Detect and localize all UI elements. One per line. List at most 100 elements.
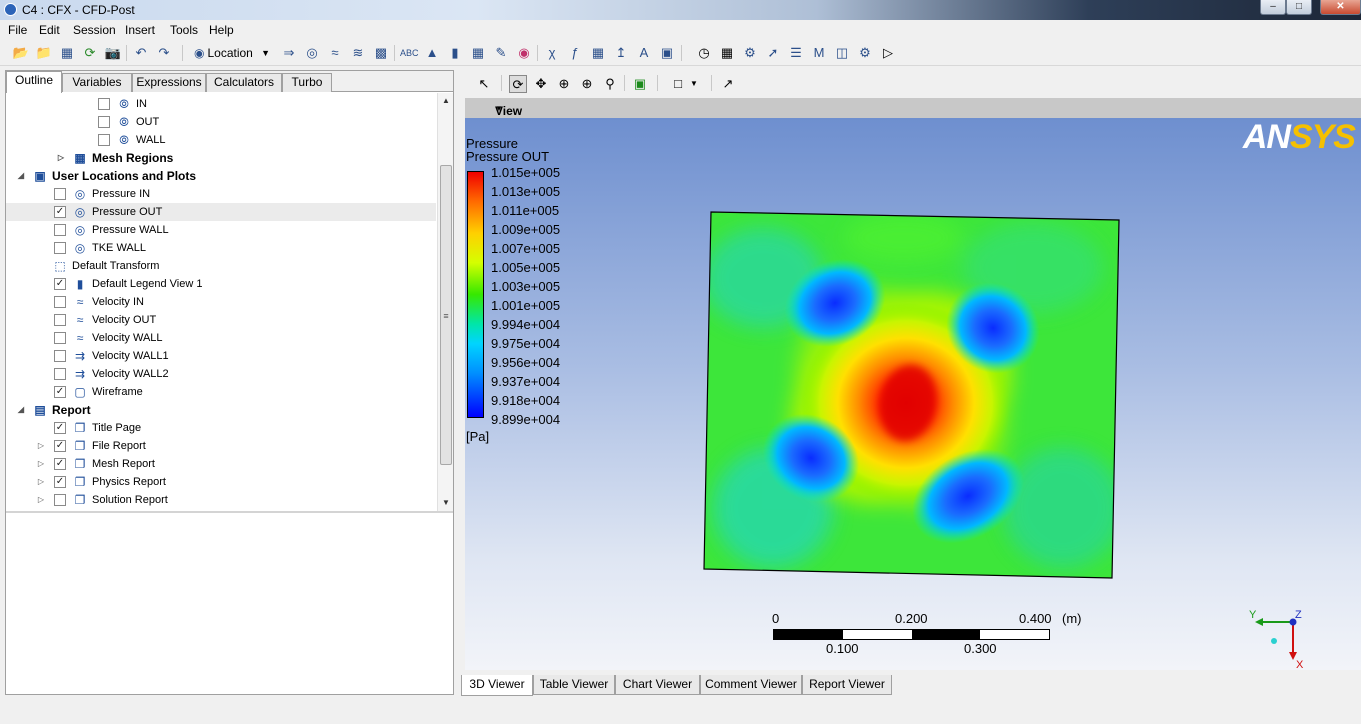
scroll-up-icon[interactable]: ▲ xyxy=(438,93,454,109)
table-icon[interactable]: ▦ xyxy=(589,44,607,62)
menu-tools[interactable]: Tools xyxy=(170,23,198,37)
function-calculator-icon[interactable]: ☰ xyxy=(787,44,805,62)
tree-item[interactable]: ▷ ✓ ❐ Physics Report xyxy=(6,473,436,491)
tab-variables[interactable]: Variables xyxy=(62,73,132,92)
tree-item[interactable]: ◎ TKE WALL xyxy=(6,239,436,257)
tree-item[interactable]: ✓ ❐ Title Page xyxy=(6,419,436,437)
chevron-down-icon[interactable]: ▼ xyxy=(685,75,703,93)
comment-icon[interactable]: A xyxy=(635,44,653,62)
minimize-button[interactable]: – xyxy=(1260,0,1286,15)
save-picture-icon[interactable]: 📷 xyxy=(104,44,122,62)
redo-icon[interactable]: ↷ xyxy=(155,44,173,62)
help-pointer-icon[interactable]: ↗ xyxy=(719,75,737,93)
tab-report-viewer[interactable]: Report Viewer xyxy=(802,675,892,695)
visibility-checkbox[interactable]: ✓ xyxy=(54,422,66,434)
visibility-checkbox[interactable] xyxy=(54,368,66,380)
macro-icon[interactable]: M xyxy=(810,44,828,62)
visibility-checkbox[interactable] xyxy=(98,134,110,146)
visibility-checkbox[interactable] xyxy=(54,224,66,236)
zoom-icon[interactable]: ⊕ xyxy=(555,75,573,93)
visibility-checkbox[interactable] xyxy=(98,116,110,128)
load-state-icon[interactable]: 📂 xyxy=(12,44,30,62)
visibility-checkbox[interactable]: ✓ xyxy=(54,476,66,488)
fit-view-icon[interactable]: ▣ xyxy=(631,75,649,93)
tree-item[interactable]: ≈ Velocity OUT xyxy=(6,311,436,329)
contour-tool-icon[interactable]: ◎ xyxy=(303,44,321,62)
menu-session[interactable]: Session xyxy=(73,23,116,37)
visibility-checkbox[interactable] xyxy=(98,98,110,110)
legend-tool-icon[interactable]: ▮ xyxy=(446,44,464,62)
tree-item[interactable]: ✓ ▢ Wireframe xyxy=(6,383,436,401)
visibility-checkbox[interactable]: ✓ xyxy=(54,206,66,218)
visibility-checkbox[interactable] xyxy=(54,296,66,308)
tree-item[interactable]: ⦾ IN xyxy=(6,95,436,113)
tree-item[interactable]: ⬚ Default Transform xyxy=(6,257,436,275)
menu-file[interactable]: File xyxy=(8,23,27,37)
tab-turbo[interactable]: Turbo xyxy=(282,73,332,92)
text-icon[interactable]: ABC xyxy=(400,44,419,62)
mesh-calculator-icon[interactable]: ⚙ xyxy=(856,44,874,62)
visibility-checkbox[interactable] xyxy=(54,188,66,200)
menu-insert[interactable]: Insert xyxy=(125,23,155,37)
tree-item[interactable]: ▷ ✓ ❐ File Report xyxy=(6,437,436,455)
clock-icon[interactable]: ◷ xyxy=(695,44,713,62)
zoom-box-icon[interactable]: ⊕ xyxy=(578,75,596,93)
3d-viewport[interactable]: Pressure Pressure OUT 1.015e+005 1.013e+0… xyxy=(465,118,1361,670)
tab-calculators[interactable]: Calculators xyxy=(206,73,282,92)
tree-item[interactable]: ▷ ✓ ❐ Mesh Report xyxy=(6,455,436,473)
load-results-icon[interactable]: 📁 xyxy=(35,44,53,62)
streamline-tool-icon[interactable]: ≈ xyxy=(326,44,344,62)
visibility-checkbox[interactable]: ✓ xyxy=(54,278,66,290)
tab-chart-viewer[interactable]: Chart Viewer xyxy=(615,675,700,695)
expand-toggle-icon[interactable]: ▷ xyxy=(36,437,46,455)
clip-plane-icon[interactable]: ▲ xyxy=(423,44,441,62)
probe-icon[interactable]: ➚ xyxy=(764,44,782,62)
tree-item[interactable]: ◢ ▤ Report xyxy=(6,401,436,419)
tab-outline[interactable]: Outline xyxy=(6,71,62,93)
visibility-checkbox[interactable]: ✓ xyxy=(54,440,66,452)
expand-toggle-icon[interactable]: ▷ xyxy=(36,491,46,509)
expand-toggle-icon[interactable]: ◢ xyxy=(16,167,26,185)
scroll-down-icon[interactable]: ▼ xyxy=(438,495,454,511)
tree-item[interactable]: ✓ ▮ Default Legend View 1 xyxy=(6,275,436,293)
quick-edit-icon[interactable]: ⚙ xyxy=(741,44,759,62)
visibility-checkbox[interactable] xyxy=(54,332,66,344)
expression-icon[interactable]: ƒ xyxy=(566,44,584,62)
tree-item[interactable]: ≈ Velocity IN xyxy=(6,293,436,311)
chart-icon[interactable]: ↥ xyxy=(612,44,630,62)
expand-toggle-icon[interactable]: ▷ xyxy=(56,149,66,167)
menu-help[interactable]: Help xyxy=(209,23,234,37)
command-editor-icon[interactable]: ▷ xyxy=(879,44,897,62)
refresh-icon[interactable]: ⟳ xyxy=(81,44,99,62)
figure-icon[interactable]: ▣ xyxy=(658,44,676,62)
zoom-fit-icon[interactable]: ⚲ xyxy=(601,75,619,93)
tree-item[interactable]: ▷ ❐ Solution Report xyxy=(6,491,436,509)
tree-item[interactable]: ✓ ◎ Pressure OUT xyxy=(6,203,436,221)
tab-comment-viewer[interactable]: Comment Viewer xyxy=(700,675,802,695)
tree-item[interactable]: ◎ Pressure WALL xyxy=(6,221,436,239)
visibility-checkbox[interactable] xyxy=(54,494,66,506)
visibility-checkbox[interactable] xyxy=(54,314,66,326)
maximize-button[interactable]: □ xyxy=(1286,0,1312,15)
close-button[interactable]: ✕ xyxy=(1320,0,1361,15)
panel-splitter[interactable] xyxy=(6,511,453,513)
variable-icon[interactable]: χ xyxy=(543,44,561,62)
tab-3d-viewer[interactable]: 3D Viewer xyxy=(461,675,533,696)
particle-track-icon[interactable]: ≋ xyxy=(349,44,367,62)
color-wheel-icon[interactable]: ◉ xyxy=(515,44,533,62)
rotate-icon[interactable]: ⟳ xyxy=(509,75,527,93)
tree-item[interactable]: ⇉ Velocity WALL1 xyxy=(6,347,436,365)
tree-item[interactable]: ▷ ▦ Mesh Regions xyxy=(6,149,436,167)
menu-edit[interactable]: Edit xyxy=(39,23,60,37)
animation-icon[interactable]: ▦ xyxy=(718,44,736,62)
expand-toggle-icon[interactable]: ◢ xyxy=(16,401,26,419)
location-dropdown[interactable]: ◉ Location ▼ xyxy=(192,43,274,63)
pan-icon[interactable]: ✥ xyxy=(532,75,550,93)
select-icon[interactable]: ↖ xyxy=(475,75,493,93)
tree-item[interactable]: ≈ Velocity WALL xyxy=(6,329,436,347)
tab-expressions[interactable]: Expressions xyxy=(132,73,206,92)
tree-item[interactable]: ⦾ OUT xyxy=(6,113,436,131)
expand-toggle-icon[interactable]: ▷ xyxy=(36,473,46,491)
view-selector[interactable]: View 1 ▼ xyxy=(465,98,1361,132)
volume-render-icon[interactable]: ▩ xyxy=(372,44,390,62)
